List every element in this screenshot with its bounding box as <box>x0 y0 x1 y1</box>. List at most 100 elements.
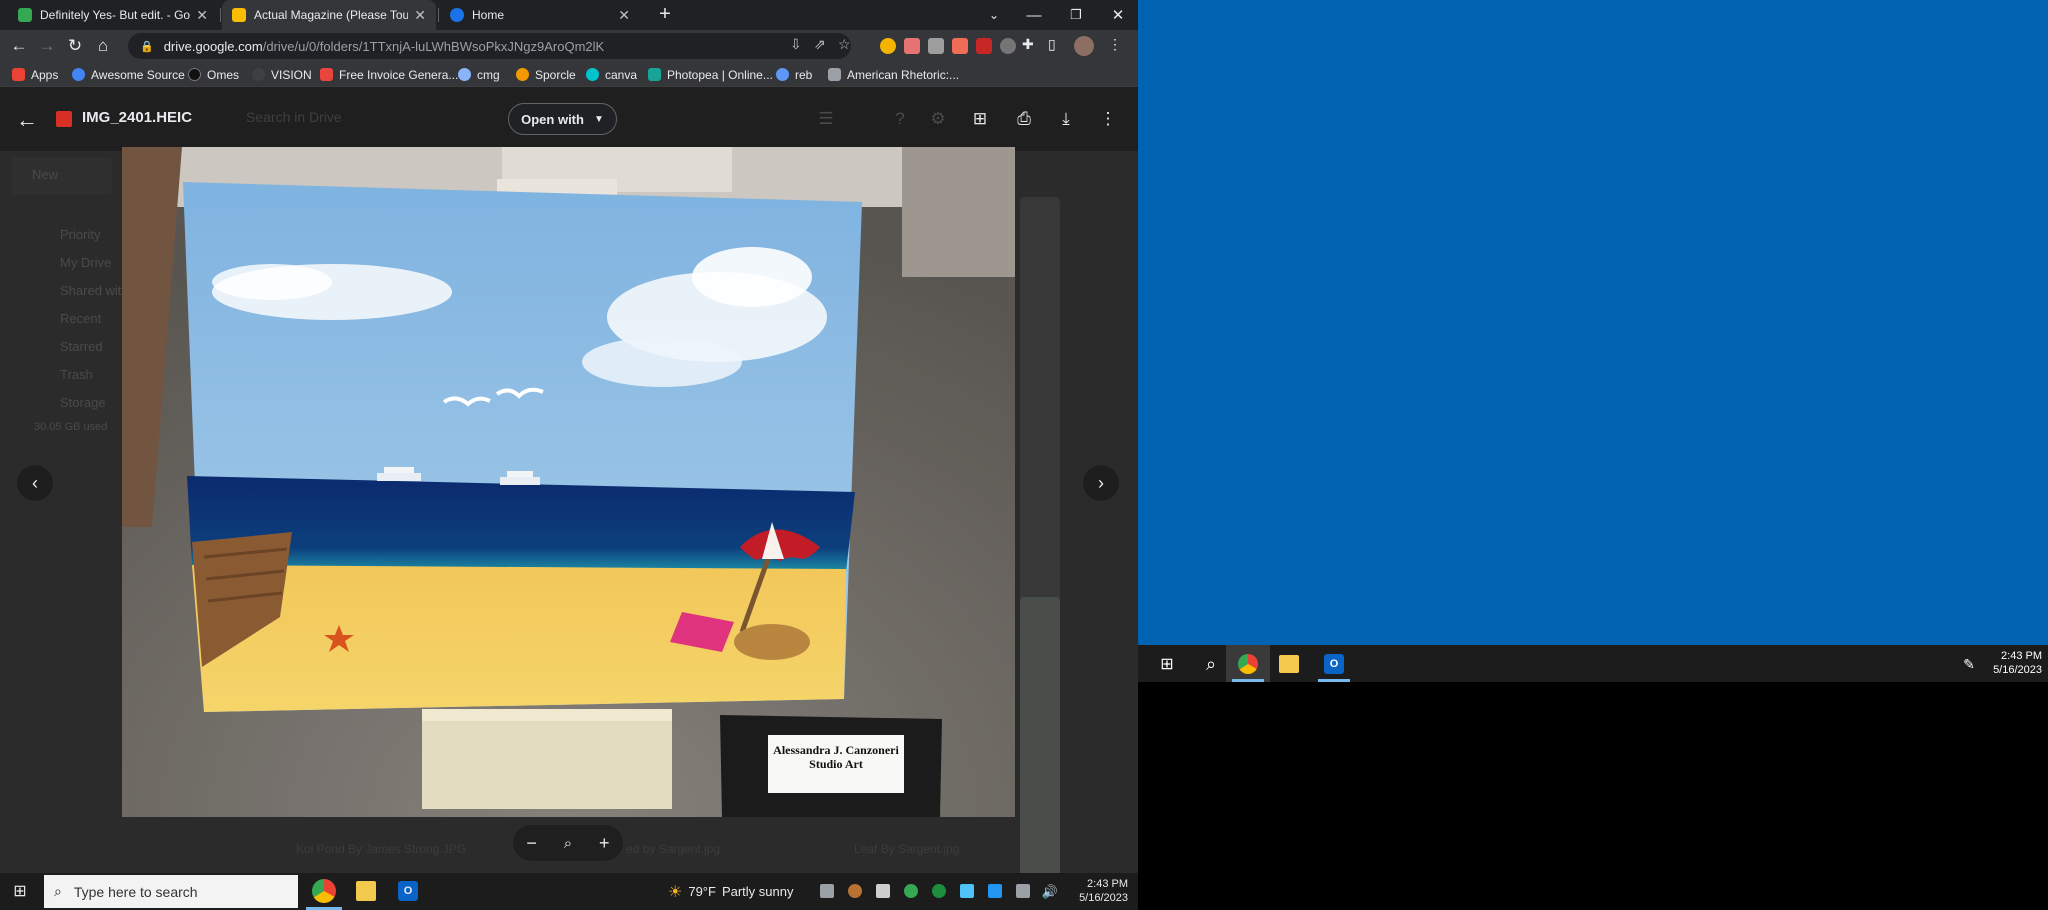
side-item: New <box>32 167 59 182</box>
back-arrow-icon[interactable]: ← <box>16 107 38 133</box>
minimize-icon[interactable]: — <box>1012 0 1056 30</box>
help-icon: ? <box>895 109 905 128</box>
bookmark-american-rhetoric[interactable]: American Rhetoric:... <box>828 62 959 87</box>
secondary-clock[interactable]: 2:43 PM 5/16/2023 <box>1993 649 2042 677</box>
zoom-reset-icon[interactable]: ⌕ <box>564 835 572 852</box>
extension-icon[interactable] <box>904 38 920 54</box>
close-icon[interactable]: ✕ <box>618 7 630 24</box>
chrome-icon[interactable] <box>1238 654 1258 674</box>
search-icon[interactable]: ⌕ <box>1200 653 1222 675</box>
outlook-icon[interactable]: O <box>398 881 418 901</box>
restore-icon[interactable]: ❐ <box>1054 0 1098 30</box>
bookmark-favicon <box>648 68 661 81</box>
tray-icon[interactable] <box>960 884 974 898</box>
side-panel-icon[interactable]: ▯ <box>1048 36 1056 53</box>
bookmark-free-invoice[interactable]: Free Invoice Genera... <box>320 62 458 87</box>
bookmark-favicon <box>586 68 599 81</box>
file-name: IMG_2401.HEIC <box>82 109 193 126</box>
close-window-icon[interactable]: ✕ <box>1096 0 1138 30</box>
search-icon: ⌕ <box>54 883 62 899</box>
chrome-icon[interactable] <box>312 879 336 903</box>
tab-divider <box>438 8 439 22</box>
tray-icon[interactable] <box>876 884 890 898</box>
menu-dots-icon[interactable]: ⋮ <box>1108 36 1122 53</box>
close-icon[interactable]: ✕ <box>414 7 426 24</box>
secondary-taskbar: ⊞ ⌕ O ✎ 2:43 PM 5/16/2023 <box>1138 645 2048 682</box>
viewer-header: ← IMG_2401.HEIC Search in Drive Open wit… <box>0 87 1138 151</box>
taskbar-search-input[interactable]: ⌕ Type here to search <box>44 875 298 908</box>
bookmark-awesome-source[interactable]: Awesome Source <box>72 62 185 87</box>
extension-icon[interactable] <box>952 38 968 54</box>
close-icon[interactable]: ✕ <box>196 7 208 24</box>
drive-file-viewer: New Priority My Drive Shared with me Rec… <box>0 87 1138 910</box>
bookmark-cmg[interactable]: cmg <box>458 62 500 87</box>
bookmark-vision[interactable]: VISION <box>252 62 312 87</box>
tab-google-doc[interactable]: Definitely Yes- But edit. - Google ✕ <box>8 0 218 30</box>
extension-icon[interactable] <box>976 38 992 54</box>
open-with-button[interactable]: Open with ▼ <box>508 103 617 135</box>
home-icon[interactable]: ⌂ <box>92 35 114 57</box>
bookmark-apps[interactable]: Apps <box>12 62 58 87</box>
print-icon[interactable]: ⎙ <box>1008 103 1040 135</box>
tab-divider <box>220 8 221 22</box>
back-icon[interactable]: ← <box>8 35 30 57</box>
zoom-in-button[interactable]: + <box>599 833 610 854</box>
tab-search-icon[interactable]: ⌄ <box>972 0 1016 30</box>
address-bar[interactable]: 🔒 drive.google.com/drive/u/0/folders/1TT… <box>128 33 851 59</box>
tab-home[interactable]: Home ✕ <box>440 0 640 30</box>
bookmark-photopea[interactable]: Photopea | Online... <box>648 62 773 87</box>
image-file-icon <box>56 111 72 127</box>
pen-icon[interactable] <box>1048 882 1068 902</box>
globe-icon <box>450 8 464 22</box>
windows-start-icon[interactable]: ⊞ <box>10 881 30 901</box>
bookmark-favicon <box>188 68 201 81</box>
next-image-button[interactable]: › <box>1083 465 1119 501</box>
new-tab-button[interactable]: + <box>654 4 676 26</box>
ghost-file-name: ed by Sargent.jpg <box>626 842 721 856</box>
bookmark-favicon <box>252 68 265 81</box>
bookmark-favicon <box>516 68 529 81</box>
taskbar-clock[interactable]: 2:43 PM 5/16/2023 <box>1079 877 1128 905</box>
artist-label: Alessandra J. Canzoneri Studio Art <box>773 743 899 771</box>
pen-icon[interactable]: ✎ <box>1958 653 1980 675</box>
weather-widget[interactable]: ☀ 79°F Partly sunny <box>668 873 794 910</box>
extension-icon[interactable] <box>928 38 944 54</box>
bookmark-canva[interactable]: canva <box>586 62 637 87</box>
puzzle-icon[interactable]: ✚ <box>1022 36 1034 53</box>
tray-icon[interactable] <box>988 884 1002 898</box>
avatar[interactable] <box>1074 36 1094 56</box>
install-app-icon[interactable]: ⇩ <box>790 36 802 53</box>
tray-icon[interactable] <box>932 884 946 898</box>
windows-start-icon[interactable]: ⊞ <box>1156 653 1178 675</box>
network-icon[interactable] <box>1016 884 1030 898</box>
file-explorer-icon[interactable] <box>1279 655 1299 673</box>
partly-sunny-icon: ☀ <box>668 883 683 901</box>
more-actions-icon[interactable]: ⋮ <box>1092 103 1124 135</box>
download-icon[interactable]: ⤓ <box>1050 103 1082 135</box>
add-comment-icon[interactable]: ⊞ <box>964 103 996 135</box>
extension-icon[interactable] <box>1000 38 1016 54</box>
ghost-file-name: Leaf By Sargent.jpg <box>854 842 960 856</box>
bookmark-favicon <box>72 68 85 81</box>
reload-icon[interactable]: ↻ <box>64 35 86 57</box>
settings-icon: ⚙ <box>930 109 946 128</box>
bookmark-sporcle[interactable]: Sporcle <box>516 62 576 87</box>
bookmark-reb[interactable]: reb <box>776 62 812 87</box>
tab-actual-magazine[interactable]: Actual Magazine (Please Touch) ✕ <box>222 0 436 30</box>
zoom-out-button[interactable]: − <box>526 833 537 854</box>
thumbnail-dim <box>1020 597 1060 897</box>
bookmark-omes[interactable]: Omes <box>188 62 239 87</box>
share-icon[interactable]: ⇗ <box>814 36 826 53</box>
apps-grid-icon <box>12 68 25 81</box>
forward-icon[interactable]: → <box>36 35 58 57</box>
previous-image-button[interactable]: ‹ <box>17 465 53 501</box>
bookmark-star-icon[interactable]: ☆ <box>838 36 851 53</box>
extension-icon[interactable] <box>880 38 896 54</box>
file-explorer-icon[interactable] <box>356 881 376 901</box>
tray-icon[interactable] <box>904 884 918 898</box>
lock-icon: 🔒 <box>140 40 154 53</box>
outlook-icon[interactable]: O <box>1324 654 1344 674</box>
tray-icon[interactable] <box>820 884 834 898</box>
image-preview: Alessandra J. Canzoneri Studio Art <box>122 147 1015 817</box>
tray-icon[interactable] <box>848 884 862 898</box>
